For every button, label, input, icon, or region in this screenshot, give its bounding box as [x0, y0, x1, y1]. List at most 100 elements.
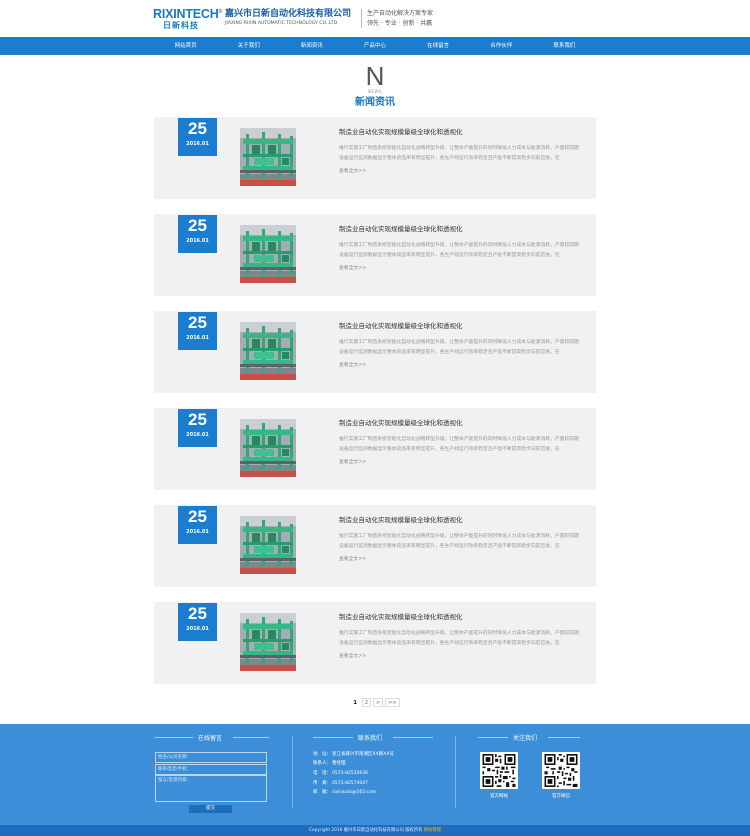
section-title: N NEWS 新闻资讯 [0, 63, 750, 109]
news-date-badge: 25 2016.01 [178, 312, 217, 350]
admin-link[interactable]: 网站管理 [424, 828, 441, 833]
news-item[interactable]: 25 2016.01 制造业自动化实现规模量级全球化和透视化 推行实施工厂制造系… [154, 214, 596, 296]
wechat-qr-code [542, 752, 580, 789]
news-summary-line-1: 推行实施工厂制造系统智能化自动化战略转型升级，让整体产能提升的同时降低人力成本与… [339, 631, 579, 636]
nav-item-home[interactable]: 网站首页 [154, 37, 217, 55]
logo-text-cn: 日新科技 [163, 21, 199, 31]
news-summary-line-2: 设备运行监测数据显示整体良品率有明显提升，各生产线运行效率稳定且产能不断提高稳步… [339, 350, 560, 355]
company-logo[interactable]: RIXINTECH® 日新科技 [153, 6, 222, 31]
read-more-link[interactable]: 查看全文>> [339, 265, 366, 273]
company-name-en: JIAXING RIXIN AUTOMATIC TECHNOLOGY CO.,L… [225, 21, 339, 26]
news-thumbnail[interactable] [240, 322, 296, 380]
news-summary: 推行实施工厂制造系统智能化自动化战略转型升级，让整体产能提升的同时降低人力成本与… [339, 338, 579, 358]
news-summary-line-2: 设备运行监测数据显示整体良品率有明显提升，各生产线运行效率稳定且产能不断提高稳步… [339, 544, 560, 549]
news-summary-line-2: 设备运行监测数据显示整体良品率有明显提升，各生产线运行效率稳定且产能不断提高稳步… [339, 156, 560, 161]
news-item[interactable]: 25 2016.01 制造业自动化实现规模量级全球化和透视化 推行实施工厂制造系… [154, 408, 596, 490]
contact-email[interactable]: 邮 箱：rixinauto@163.com [313, 789, 376, 797]
news-title[interactable]: 制造业自动化实现规模量级全球化和透视化 [339, 127, 463, 137]
news-title[interactable]: 制造业自动化实现规模量级全球化和透视化 [339, 515, 463, 525]
phone-input[interactable]: 联系电话/手机： [155, 764, 267, 775]
news-date-badge: 25 2016.01 [178, 603, 217, 641]
news-title[interactable]: 制造业自动化实现规模量级全球化和透视化 [339, 224, 463, 234]
contact-person: 联系人：曹经理 [313, 761, 346, 766]
factory-machine-image [240, 419, 296, 477]
submit-button[interactable]: 提交 [189, 805, 232, 813]
site-footer: 在线留言 联系我们 关注我们 [0, 724, 750, 825]
footer-title-rule [233, 737, 269, 738]
page-1-link[interactable]: 1 [350, 698, 360, 707]
news-date-day: 25 [188, 410, 207, 429]
slogan-line-1: 生产自动化解决方案专家 [367, 10, 434, 17]
section-letter: N [365, 61, 385, 91]
nav-item-partners[interactable]: 合作伙伴 [470, 37, 533, 55]
last-page-link[interactable]: >> [385, 698, 400, 707]
company-name: 嘉兴市日新自动化科技有限公司 JIAXING RIXIN AUTOMATIC T… [225, 8, 351, 28]
footer-divider [455, 736, 456, 808]
contact-address: 地 址：浙江省嘉兴市南湖区XX路XX号 [313, 752, 394, 757]
news-item[interactable]: 25 2016.01 制造业自动化实现规模量级全球化和透视化 推行实施工厂制造系… [154, 505, 596, 587]
read-more-link[interactable]: 查看全文>> [339, 653, 366, 661]
section-subtitle: NEWS [367, 89, 382, 94]
nav-item-products[interactable]: 产品中心 [343, 37, 406, 55]
news-thumbnail[interactable] [240, 225, 296, 283]
news-summary-line-1: 推行实施工厂制造系统智能化自动化战略转型升级，让整体产能提升的同时降低人力成本与… [339, 340, 579, 345]
factory-machine-image [240, 128, 296, 186]
news-summary: 推行实施工厂制造系统智能化自动化战略转型升级，让整体产能提升的同时降低人力成本与… [339, 435, 579, 455]
factory-machine-image [240, 322, 296, 380]
copyright-text: Copyright 2016 嘉兴市日新自动化科技有限公司 版权所有 [309, 828, 423, 833]
read-more-link[interactable]: 查看全文>> [339, 459, 366, 467]
news-title[interactable]: 制造业自动化实现规模量级全球化和透视化 [339, 418, 463, 428]
news-date-badge: 25 2016.01 [178, 215, 217, 253]
pagination: 1 2 > >> [0, 698, 750, 707]
footer-title-rule [393, 737, 433, 738]
news-date-day: 25 [188, 119, 207, 138]
news-title[interactable]: 制造业自动化实现规模量级全球化和透视化 [339, 612, 463, 622]
footer-follow-title: 关注我们 [513, 735, 538, 742]
nav-item-contact[interactable]: 联系我们 [533, 37, 596, 55]
news-title[interactable]: 制造业自动化实现规模量级全球化和透视化 [339, 321, 463, 331]
main-nav: 网站首页 关于我们 新闻资讯 产品中心 在线留言 合作伙伴 联系我们 [0, 37, 750, 55]
nav-item-news[interactable]: 新闻资讯 [280, 37, 343, 55]
news-thumbnail[interactable] [240, 516, 296, 574]
news-summary-line-2: 设备运行监测数据显示整体良品率有明显提升，各生产线运行效率稳定且产能不断提高稳步… [339, 253, 560, 258]
read-more-link[interactable]: 查看全文>> [339, 168, 366, 176]
name-input[interactable]: 姓名/公司名称： [155, 752, 267, 763]
footer-title-rule [478, 737, 508, 738]
read-more-link[interactable]: 查看全文>> [339, 556, 366, 564]
news-thumbnail[interactable] [240, 419, 296, 477]
news-date-day: 25 [188, 216, 207, 235]
news-thumbnail[interactable] [240, 613, 296, 671]
footer-title-rule [548, 737, 580, 738]
news-summary: 推行实施工厂制造系统智能化自动化战略转型升级，让整体产能提升的同时降低人力成本与… [339, 241, 579, 261]
page-2-link[interactable]: 2 [361, 698, 372, 707]
news-summary-line-2: 设备运行监测数据显示整体良品率有明显提升，各生产线运行效率稳定且产能不断提高稳步… [339, 641, 560, 646]
qr-code-icon [544, 754, 578, 787]
news-summary-line-1: 推行实施工厂制造系统智能化自动化战略转型升级，让整体产能提升的同时降低人力成本与… [339, 534, 579, 539]
company-name-cn: 嘉兴市日新自动化科技有限公司 [225, 9, 352, 19]
site-header: RIXINTECH® 日新科技 嘉兴市日新自动化科技有限公司 JIAXING R… [0, 0, 750, 37]
news-date-badge: 25 2016.01 [178, 118, 217, 156]
factory-machine-image [240, 516, 296, 574]
next-page-link[interactable]: > [373, 698, 384, 707]
footer-title-rule [313, 737, 353, 738]
news-date-year-month: 2016.01 [186, 335, 209, 341]
page-title: 新闻资讯 [355, 97, 395, 108]
footer-title-rule [155, 737, 193, 738]
news-item[interactable]: 25 2016.01 制造业自动化实现规模量级全球化和透视化 推行实施工厂制造系… [154, 602, 596, 684]
news-thumbnail[interactable] [240, 128, 296, 186]
read-more-link[interactable]: 查看全文>> [339, 362, 366, 370]
nav-item-message[interactable]: 在线留言 [407, 37, 470, 55]
factory-machine-image [240, 613, 296, 671]
contact-phone: 电 话：0573-82535636 [313, 771, 368, 776]
news-summary-line-2: 设备运行监测数据显示整体良品率有明显提升，各生产线运行效率稳定且产能不断提高稳步… [339, 447, 560, 452]
header-slogan: 生产自动化解决方案专家 领先 · 专业 · 创新 · 共赢 [367, 9, 433, 29]
news-date-badge: 25 2016.01 [178, 506, 217, 544]
news-date-year-month: 2016.01 [186, 238, 209, 244]
news-item[interactable]: 25 2016.01 制造业自动化实现规模量级全球化和透视化 推行实施工厂制造系… [154, 311, 596, 393]
news-date-year-month: 2016.01 [186, 141, 209, 147]
message-textarea[interactable]: 留言/反馈内容： [155, 775, 267, 802]
news-item[interactable]: 25 2016.01 制造业自动化实现规模量级全球化和透视化 推行实施工厂制造系… [154, 117, 596, 199]
qr-code-icon [482, 754, 516, 787]
wechat-qr-caption: 官方微信 [552, 794, 570, 799]
nav-item-about[interactable]: 关于我们 [217, 37, 280, 55]
